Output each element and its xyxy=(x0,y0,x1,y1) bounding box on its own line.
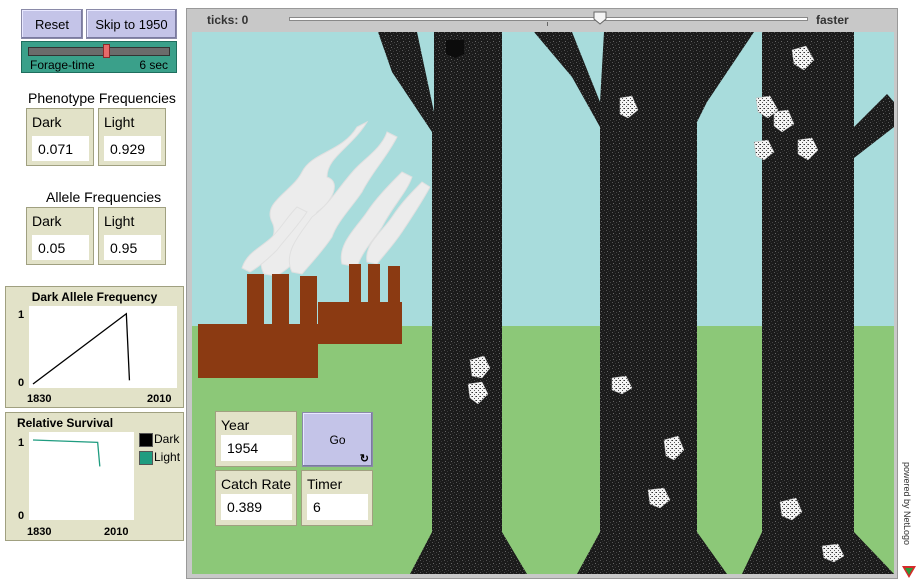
speed-faster-label: faster xyxy=(816,13,849,27)
x-axis-max: 2010 xyxy=(104,526,129,538)
legend-dark-swatch xyxy=(139,433,153,447)
ticks-counter: ticks: 0 xyxy=(207,13,249,27)
plot-area xyxy=(29,306,177,388)
year-value: 1954 xyxy=(221,435,292,461)
slider-track[interactable] xyxy=(28,47,170,56)
plot-title: Relative Survival xyxy=(16,416,114,430)
phenotype-dark-monitor: Dark 0.071 xyxy=(26,108,94,166)
skip-to-1950-button[interactable]: Skip to 1950 xyxy=(86,9,177,39)
timer-value: 6 xyxy=(307,494,368,520)
x-axis-min: 1830 xyxy=(27,526,52,538)
catch-rate-monitor: Catch Rate 0.389 xyxy=(215,470,297,526)
speed-slider[interactable] xyxy=(289,11,808,26)
dark-allele-frequency-plot: Dark Allele Frequency 1 0 1830 2010 xyxy=(5,286,184,408)
phenotype-light-value: 0.929 xyxy=(104,136,161,161)
speed-slider-thumb[interactable] xyxy=(593,11,607,25)
series-line-dark-allele xyxy=(32,312,131,385)
phenotype-light-label: Light xyxy=(104,114,135,130)
x-axis-max: 2010 xyxy=(147,393,172,405)
allele-frequencies-title: Allele Frequencies xyxy=(46,189,162,205)
catch-rate-label: Catch Rate xyxy=(221,476,292,492)
catch-rate-value: 0.389 xyxy=(221,494,292,520)
allele-dark-label: Dark xyxy=(32,213,62,229)
allele-dark-value: 0.05 xyxy=(32,235,89,260)
x-axis-min: 1830 xyxy=(27,393,52,405)
legend-dark-label: Dark xyxy=(154,432,180,446)
timer-label: Timer xyxy=(307,476,343,492)
phenotype-frequencies-title: Phenotype Frequencies xyxy=(28,90,176,106)
slider-thumb[interactable] xyxy=(103,44,111,58)
go-label: Go xyxy=(329,432,346,447)
plot-title: Dark Allele Frequency xyxy=(31,290,158,304)
y-axis-max: 1 xyxy=(18,437,25,449)
year-label: Year xyxy=(221,417,250,433)
series-line-light xyxy=(32,439,101,467)
allele-light-monitor: Light 0.95 xyxy=(98,207,166,265)
year-monitor: Year 1954 xyxy=(215,411,297,467)
forever-icon: ↻ xyxy=(359,453,369,465)
relative-survival-plot: Relative Survival 1 0 1830 2010 Dark Lig… xyxy=(5,412,184,541)
legend-light-swatch xyxy=(139,451,153,465)
forage-time-slider[interactable]: Forage-time 6 sec xyxy=(21,41,177,73)
allele-light-value: 0.95 xyxy=(104,235,161,260)
speed-slider-tick xyxy=(547,22,548,26)
allele-light-label: Light xyxy=(104,213,135,229)
go-button[interactable]: Go ↻ xyxy=(302,412,373,467)
allele-dark-monitor: Dark 0.05 xyxy=(26,207,94,265)
y-axis-min: 0 xyxy=(18,377,25,389)
speed-slider-track[interactable] xyxy=(289,17,808,21)
reset-button[interactable]: Reset xyxy=(21,9,83,39)
y-axis-min: 0 xyxy=(18,510,25,522)
phenotype-dark-value: 0.071 xyxy=(32,136,89,161)
phenotype-light-monitor: Light 0.929 xyxy=(98,108,166,166)
netlogo-logo-icon[interactable] xyxy=(902,566,916,578)
phenotype-dark-label: Dark xyxy=(32,114,62,130)
slider-label: Forage-time xyxy=(30,58,95,72)
slider-value: 6 sec xyxy=(139,58,168,72)
legend-light-label: Light xyxy=(154,450,181,464)
world-scene xyxy=(192,32,894,574)
timer-monitor: Timer 6 xyxy=(301,470,373,526)
world-view[interactable]: Year 1954 Go ↻ Catch Rate 0.389 Timer 6 xyxy=(192,32,894,574)
powered-by-netlogo: powered by NetLogo xyxy=(902,462,912,546)
y-axis-max: 1 xyxy=(18,309,25,321)
plot-area xyxy=(29,432,134,520)
